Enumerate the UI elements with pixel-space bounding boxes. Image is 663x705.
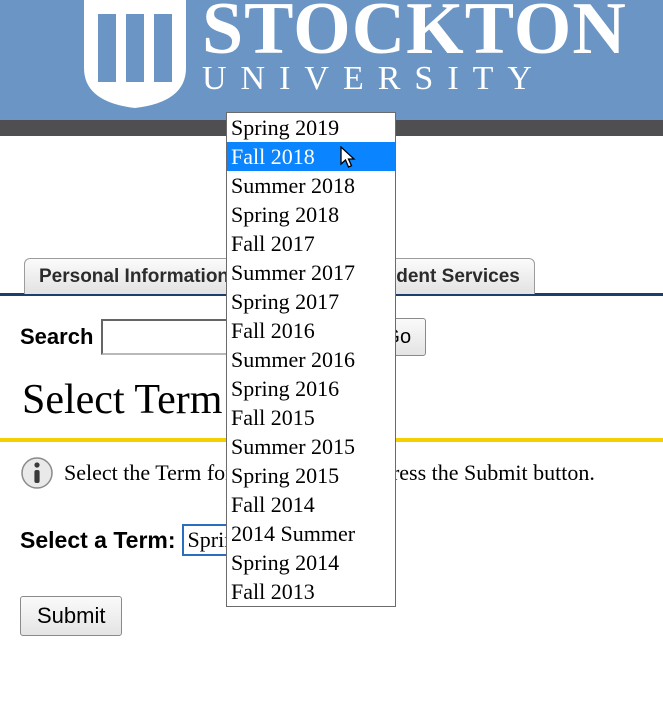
search-label: Search (20, 324, 93, 350)
term-option[interactable]: Fall 2017 (227, 229, 395, 258)
term-option[interactable]: Fall 2015 (227, 403, 395, 432)
term-option[interactable]: Spring 2015 (227, 461, 395, 490)
term-option[interactable]: Spring 2014 (227, 548, 395, 577)
term-option[interactable]: 2014 Summer (227, 519, 395, 548)
term-option[interactable]: Fall 2018 (227, 142, 395, 171)
info-icon (20, 456, 54, 490)
term-option[interactable]: Spring 2019 (227, 113, 395, 142)
submit-button[interactable]: Submit (20, 596, 122, 636)
term-option[interactable]: Fall 2016 (227, 316, 395, 345)
term-dropdown[interactable]: Spring 2019Fall 2018Summer 2018Spring 20… (226, 112, 396, 607)
term-option[interactable]: Summer 2015 (227, 432, 395, 461)
tab-personal[interactable]: Personal Information (24, 258, 244, 294)
term-option[interactable]: Summer 2016 (227, 345, 395, 374)
term-option[interactable]: Spring 2016 (227, 374, 395, 403)
logo: STOCKTON UNIVERSITY (80, 0, 627, 110)
university-name: STOCKTON (202, 0, 627, 64)
shield-icon (80, 0, 190, 110)
term-option[interactable]: Spring 2017 (227, 287, 395, 316)
term-option[interactable]: Spring 2018 (227, 200, 395, 229)
term-option[interactable]: Summer 2018 (227, 171, 395, 200)
term-option[interactable]: Fall 2013 (227, 577, 395, 606)
term-label: Select a Term: (20, 527, 176, 554)
term-option[interactable]: Fall 2014 (227, 490, 395, 519)
term-option[interactable]: Summer 2017 (227, 258, 395, 287)
